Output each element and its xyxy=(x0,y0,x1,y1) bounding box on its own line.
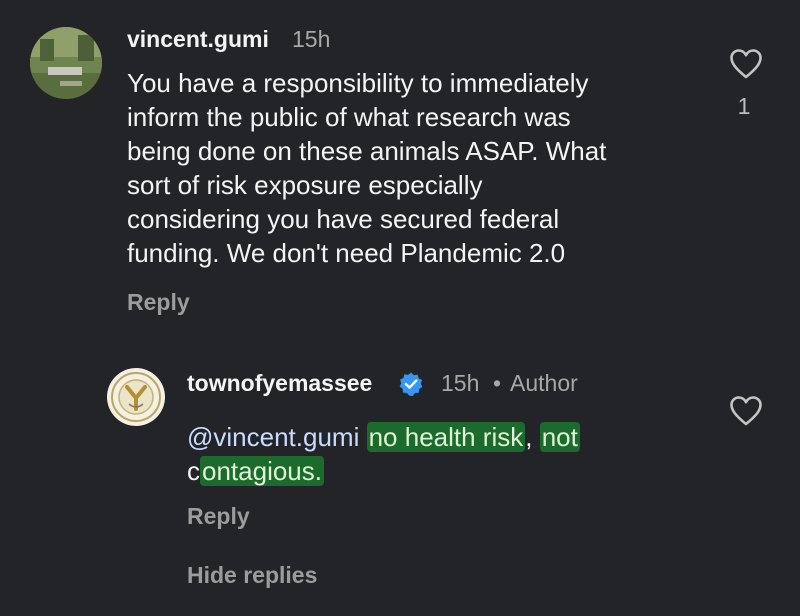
reply-button[interactable]: Reply xyxy=(127,287,190,317)
mention-link[interactable]: @vincent.gumi xyxy=(187,422,359,452)
like-count: 1 xyxy=(737,93,751,119)
avatar-photo-icon xyxy=(30,27,102,99)
hide-replies-button[interactable]: Hide replies xyxy=(187,560,317,590)
author-avatar[interactable] xyxy=(107,368,165,426)
author-username[interactable]: townofyemassee xyxy=(187,368,372,398)
heart-outline-icon xyxy=(730,396,762,426)
highlighted-text: not xyxy=(539,422,580,452)
text-comma: , xyxy=(525,422,540,452)
user-avatar[interactable] xyxy=(30,27,102,99)
verified-badge-icon xyxy=(399,372,423,396)
comment-text: You have a responsibility to immediately… xyxy=(127,68,607,268)
text-fragment: c xyxy=(187,456,200,486)
like-button[interactable] xyxy=(729,395,763,427)
reply-timestamp: 15h xyxy=(441,370,480,396)
verified-badge xyxy=(398,371,424,397)
author-label: Author xyxy=(510,370,578,396)
heart-outline-icon xyxy=(730,49,762,79)
comment-timestamp: 15h xyxy=(292,26,331,52)
highlighted-text: ontagious. xyxy=(200,456,324,486)
text-space xyxy=(359,422,366,452)
like-button[interactable] xyxy=(729,48,763,80)
reply-button[interactable]: Reply xyxy=(187,501,250,531)
comment-username[interactable]: vincent.gumi xyxy=(127,24,269,54)
town-seal-logo xyxy=(108,369,164,425)
separator-dot: • xyxy=(493,370,502,396)
highlighted-text: no health risk xyxy=(366,422,526,452)
reply-text: @vincent.gumi no health risk, not contagi… xyxy=(187,420,657,488)
